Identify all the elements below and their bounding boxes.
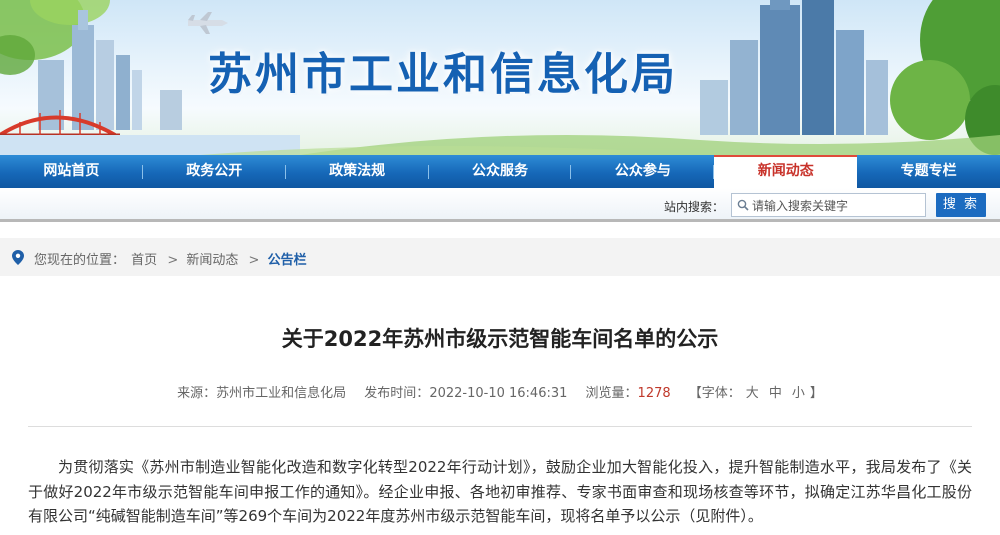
breadcrumb-news[interactable]: 新闻动态 — [186, 253, 238, 268]
search-icon — [737, 199, 749, 211]
nav-item-special-topics[interactable]: 专题专栏 — [857, 155, 1000, 188]
font-size-close: 】 — [809, 386, 823, 401]
breadcrumb-bar: 您现在的位置： 首页 > 新闻动态 > 公告栏 — [0, 238, 1000, 276]
nav-item-public-services[interactable]: 公众服务 — [429, 155, 572, 188]
search-box[interactable] — [731, 193, 926, 217]
font-size-large-button[interactable]: 大 — [746, 386, 759, 401]
search-label: 站内搜索： — [664, 200, 725, 214]
nav-item-home[interactable]: 网站首页 — [0, 155, 143, 188]
site-banner: 苏州市工业和信息化局 — [0, 0, 1000, 155]
source-value: 苏州市工业和信息化局 — [216, 386, 347, 401]
publish-time-value: 2022-10-10 16:46:31 — [429, 386, 568, 401]
search-button[interactable]: 搜 索 — [936, 193, 986, 217]
breadcrumb-prefix: 您现在的位置： — [34, 253, 126, 268]
nav-item-government-affairs[interactable]: 政务公开 — [143, 155, 286, 188]
breadcrumb-separator: > — [248, 253, 260, 268]
article-title: 关于2022年苏州市级示范智能车间名单的公示 — [281, 327, 719, 351]
font-size-small-button[interactable]: 小 — [792, 386, 805, 401]
views-label: 浏览量： — [585, 386, 638, 401]
breadcrumb-home[interactable]: 首页 — [131, 253, 157, 268]
breadcrumb-separator: > — [167, 253, 179, 268]
publish-time-label: 发布时间： — [364, 386, 430, 401]
views-count: 1278 — [637, 386, 671, 401]
breadcrumb-bulletin-board[interactable]: 公告栏 — [268, 253, 307, 268]
source-label: 来源： — [177, 386, 217, 401]
search-input[interactable] — [752, 197, 922, 214]
search-bar: 站内搜索： 搜 索 — [0, 188, 1000, 222]
breadcrumb: 您现在的位置： 首页 > 新闻动态 > 公告栏 — [34, 249, 309, 268]
site-title: 苏州市工业和信息化局 — [208, 49, 678, 100]
article-meta: 来源：苏州市工业和信息化局 发布时间：2022-10-10 16:46:31 浏… — [0, 382, 1000, 401]
nav-item-public-participation[interactable]: 公众参与 — [571, 155, 715, 188]
location-pin-icon — [12, 250, 24, 265]
meta-divider — [28, 426, 972, 427]
font-size-open: 【字体： — [688, 386, 741, 401]
main-nav: 网站首页 政务公开 政策法规 公众服务 公众参与 新闻动态 专题专栏 — [0, 155, 1000, 188]
nav-item-policies[interactable]: 政策法规 — [286, 155, 429, 188]
nav-item-news[interactable]: 新闻动态 — [714, 155, 858, 188]
font-size-medium-button[interactable]: 中 — [769, 386, 782, 401]
article-body-paragraph: 为贯彻落实《苏州市制造业智能化改造和数字化转型2022年行动计划》，鼓励企业加大… — [28, 458, 972, 525]
